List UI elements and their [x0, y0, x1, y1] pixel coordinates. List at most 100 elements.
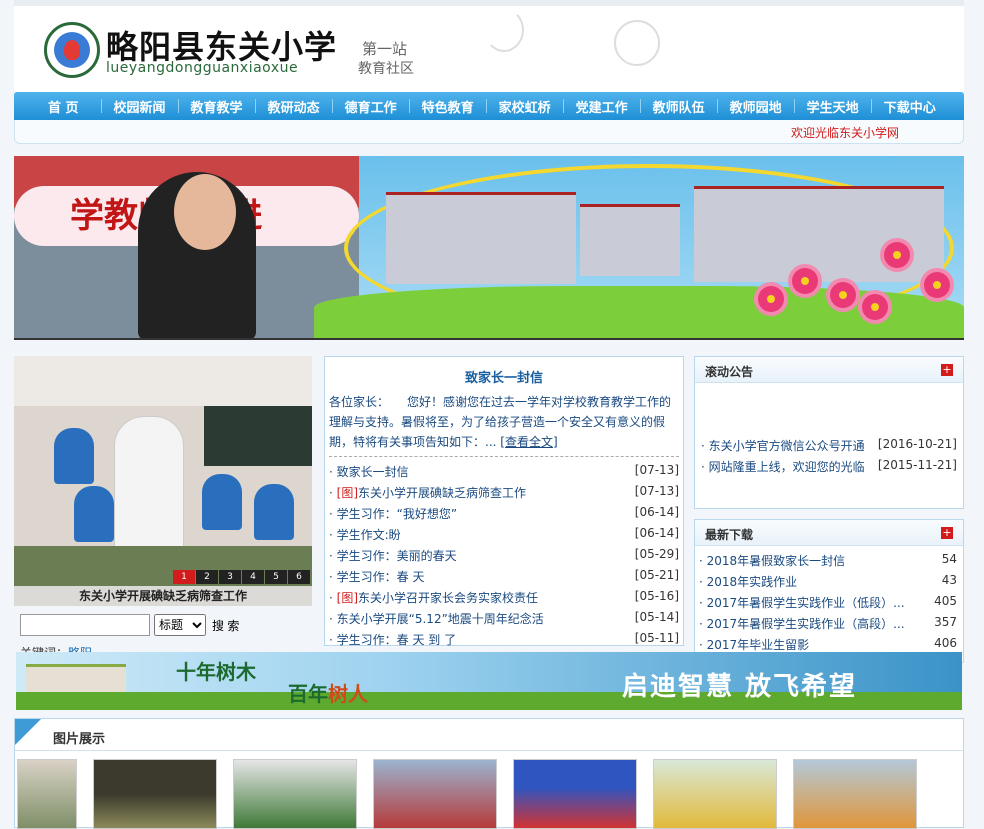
search-bar: 标题 搜 索 [14, 614, 312, 636]
school-pinyin: lueyangdongguanxiaoxue [106, 60, 299, 76]
welcome-bar: 欢迎光临东关小学网 [14, 120, 964, 144]
site-header: 略阳县东关小学 lueyangdongguanxiaoxue 第一站 教育社区 [14, 6, 964, 92]
slideshow-column: 1 2 3 4 5 6 东关小学开展碘缺乏病筛查工作 标题 搜 索 关键词：略阳 [14, 356, 312, 660]
nav-moral-education[interactable]: 德育工作 [333, 97, 409, 116]
downloads-header: 最新下载 + [695, 520, 963, 546]
news-item[interactable]: · [图]东关小学召开家长会务实家校责任 [05-16] [329, 589, 679, 610]
slogan-hundred-years-a: 百年 [288, 682, 328, 706]
slide-page-button[interactable]: 1 [173, 570, 195, 584]
flower-decoration [862, 294, 888, 320]
slideshow-caption[interactable]: 东关小学开展碘缺乏病筛查工作 [14, 586, 312, 606]
header-tag-first-site: 第一站 [362, 40, 408, 58]
photo-student [74, 486, 114, 542]
news-item[interactable]: · 学生习作：“我好想您” [06-14] [329, 505, 679, 526]
download-item[interactable]: · 2018年实践作业 43 [699, 573, 957, 594]
banner-school-building [386, 192, 576, 284]
gallery-title: 图片展示 [53, 732, 106, 747]
download-item[interactable]: · 2018年暑假致家长一封信 54 [699, 552, 957, 573]
photo-student [254, 484, 294, 540]
flower-decoration [924, 272, 950, 298]
nav-research-news[interactable]: 教研动态 [256, 97, 332, 116]
slide-page-button[interactable]: 6 [288, 570, 310, 584]
gallery-thumb[interactable] [793, 759, 917, 829]
slogan-ten-years: 十年树木 [176, 660, 256, 684]
nav-teacher-garden[interactable]: 教师园地 [718, 97, 794, 116]
nav-featured-education[interactable]: 特色教育 [410, 97, 486, 116]
news-item[interactable]: · 学生习作：春 天 到 了 [05-11] [329, 631, 679, 652]
nav-campus-news[interactable]: 校园新闻 [102, 97, 178, 116]
header-tag-edu-community: 教育社区 [358, 61, 414, 77]
notice-title: 滚动公告 [705, 365, 754, 379]
downloads-list: · 2018年暑假致家长一封信 54 · 2018年实践作业 43 · 2017年暑… [695, 546, 963, 662]
more-plus-icon[interactable]: + [941, 527, 953, 539]
gallery-thumb[interactable] [373, 759, 497, 829]
nav-education-teaching[interactable]: 教育教学 [179, 97, 255, 116]
photo-blackboard [204, 406, 312, 466]
gallery-thumb[interactable] [653, 759, 777, 829]
slide-page-button[interactable]: 5 [265, 570, 287, 584]
slide-page-button[interactable]: 3 [219, 570, 241, 584]
nav-teachers[interactable]: 教师队伍 [641, 97, 717, 116]
gallery-thumb[interactable] [17, 759, 77, 829]
notice-list: · 东关小学官方微信公众号开通 [2016-10-21] · 网站隆重上线，欢迎您… [695, 383, 963, 508]
banner-person-face [174, 174, 236, 250]
nav-home[interactable]: 首 页 [28, 97, 101, 116]
flower-decoration [792, 268, 818, 294]
slide-page-button[interactable]: 4 [242, 570, 264, 584]
news-item[interactable]: · 学生习作：美丽的春天 [05-29] [329, 547, 679, 568]
slogan-banner: 十年树木 百年树人 启迪智慧 放飞希望 [16, 652, 962, 710]
slideshow-pager: 1 2 3 4 5 6 [172, 570, 310, 584]
gallery-thumbnails [15, 751, 963, 829]
pic-corner-badge [15, 719, 41, 745]
sidebar-column: 滚动公告 + · 东关小学官方微信公众号开通 [2016-10-21] · 网站隆… [694, 356, 964, 663]
download-item[interactable]: · 2017年暑假学生实践作业（高段）... 357 [699, 615, 957, 636]
school-seal-logo[interactable] [44, 22, 100, 78]
notice-header: 滚动公告 + [695, 357, 963, 383]
downloads-box: 最新下载 + · 2018年暑假致家长一封信 54 · 2018年实践作业 43 ·… [694, 519, 964, 663]
flower-decoration [830, 282, 856, 308]
search-input[interactable] [20, 614, 150, 636]
search-field-select[interactable]: 标题 [154, 614, 206, 636]
slogan-hundred-years: 百年树人 [288, 678, 368, 707]
welcome-marquee: 欢迎光临东关小学网 [790, 126, 899, 140]
banner-school-building [580, 204, 680, 276]
notice-item[interactable]: · 网站隆重上线，欢迎您的光临 [2015-11-21] [701, 458, 957, 479]
banner-school-building [694, 186, 944, 282]
nav-student-world[interactable]: 学生天地 [795, 97, 871, 116]
slogan-hundred-years-b: 树人 [328, 682, 368, 706]
slogan-inspire-wisdom: 启迪智慧 放飞希望 [622, 672, 858, 702]
downloads-title: 最新下载 [705, 528, 754, 542]
news-item[interactable]: · 学生习作：春 天 [05-21] [329, 568, 679, 589]
nav-home-school-bridge[interactable]: 家校虹桥 [487, 97, 563, 116]
notice-item[interactable]: · 东关小学官方微信公众号开通 [2016-10-21] [701, 437, 957, 458]
notice-box: 滚动公告 + · 东关小学官方微信公众号开通 [2016-10-21] · 网站隆… [694, 356, 964, 509]
news-item[interactable]: · 致家长一封信 [07-13] [329, 463, 679, 484]
download-item[interactable]: · 2017年暑假学生实践作业（低段）... 405 [699, 594, 957, 615]
news-list: · 致家长一封信 [07-13] · [图]东关小学开展碘缺乏病筛查工作 [07-1… [329, 463, 679, 652]
hero-banner: 学教师“走进 [14, 156, 964, 340]
photo-student [54, 428, 94, 484]
gallery-thumb[interactable] [93, 759, 217, 829]
news-item[interactable]: · 东关小学开展“5.12”地震十周年纪念活 [05-14] [329, 610, 679, 631]
slide-page-button[interactable]: 2 [196, 570, 218, 584]
featured-letter-title[interactable]: 致家长一封信 [329, 367, 679, 386]
photo-wall [14, 356, 312, 406]
content-row: 1 2 3 4 5 6 东关小学开展碘缺乏病筛查工作 标题 搜 索 关键词：略阳 [14, 356, 964, 663]
news-item[interactable]: · 学生作文:盼 [06-14] [329, 526, 679, 547]
nav-party-building[interactable]: 党建工作 [564, 97, 640, 116]
featured-letter-body: 各位家长： 您好！感谢您在过去一学年对学校教育教学工作的理解与支持。暑假将至，为… [329, 392, 679, 457]
gallery-thumb[interactable] [233, 759, 357, 829]
search-button[interactable]: 搜 索 [212, 617, 239, 634]
page: 略阳县东关小学 lueyangdongguanxiaoxue 第一站 教育社区 … [14, 0, 964, 829]
gallery-header: 图片展示 [15, 719, 963, 751]
main-nav: 首 页 校园新闻 教育教学 教研动态 德育工作 特色教育 家校虹桥 党建工作 教… [14, 92, 964, 120]
decorative-circle [484, 8, 524, 52]
slideshow-image[interactable]: 1 2 3 4 5 6 [14, 356, 312, 586]
news-item[interactable]: · [图]东关小学开展碘缺乏病筛查工作 [07-13] [329, 484, 679, 505]
nav-download-center[interactable]: 下载中心 [872, 97, 948, 116]
decorative-circle [614, 20, 660, 66]
more-plus-icon[interactable]: + [941, 364, 953, 376]
flower-decoration [884, 242, 910, 268]
read-more-link[interactable]: [查看全文] [500, 435, 557, 449]
gallery-thumb[interactable] [513, 759, 637, 829]
